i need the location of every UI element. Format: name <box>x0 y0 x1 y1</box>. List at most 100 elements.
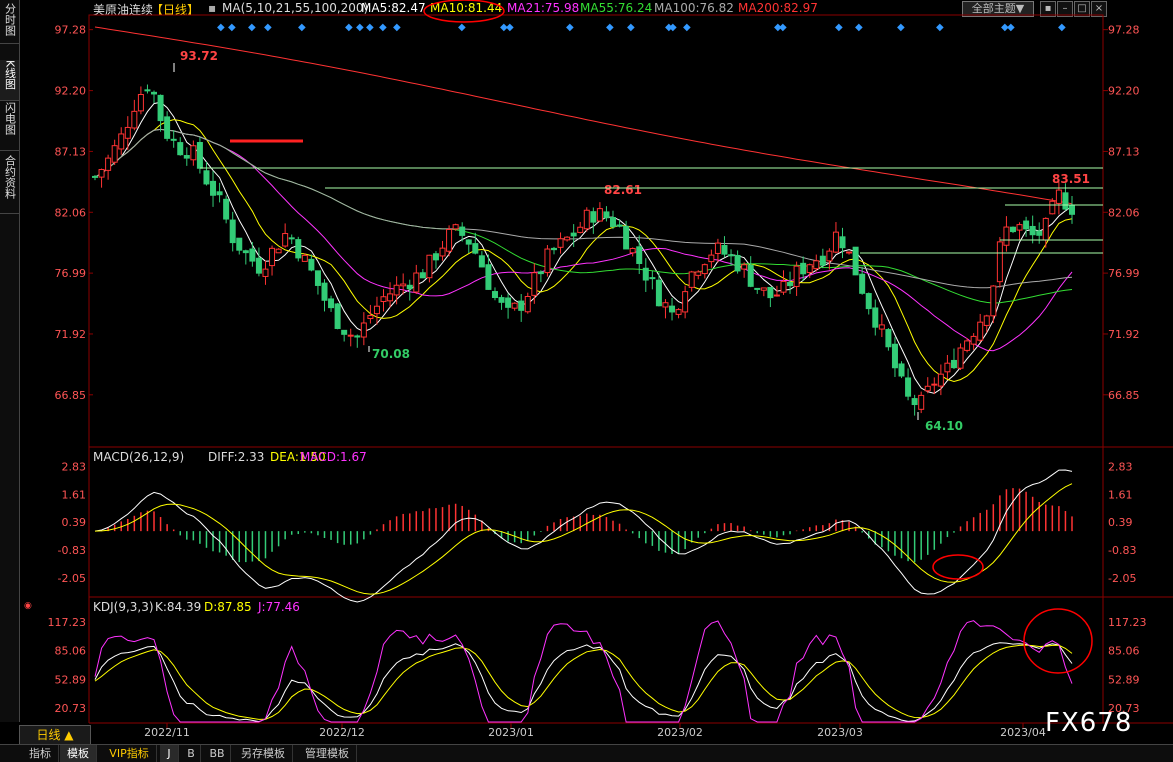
event-dot: ◆ <box>217 22 225 33</box>
candle-body <box>636 246 643 265</box>
tab-bb[interactable]: BB <box>204 745 231 762</box>
candle-body <box>347 334 354 337</box>
event-dot: ◆ <box>356 22 364 33</box>
candle-body <box>229 219 236 244</box>
tab-j[interactable]: J <box>160 745 179 762</box>
macd-macd: MACD:1.67 <box>300 450 367 464</box>
candle-body <box>387 293 394 302</box>
candle-body <box>767 286 774 299</box>
candle-body <box>491 291 498 299</box>
event-dot: ◆ <box>264 22 272 33</box>
candle-body <box>111 145 118 163</box>
candle-body <box>301 254 308 262</box>
candle-body <box>118 133 125 150</box>
candle-body <box>92 175 98 178</box>
candle-body <box>649 277 656 280</box>
candle-body <box>931 383 938 386</box>
candle-body <box>105 157 112 171</box>
event-dot: ◆ <box>855 22 863 33</box>
candle-body <box>177 142 184 156</box>
candle-body <box>970 335 977 345</box>
event-dot: ◆ <box>779 22 787 33</box>
candle-body <box>977 321 984 341</box>
candle-body <box>190 145 197 161</box>
kdj-settings-icon[interactable]: ◉ <box>24 601 32 611</box>
candle-body <box>1042 217 1049 241</box>
event-dot: ◆ <box>345 22 353 33</box>
candle-body <box>236 237 243 251</box>
kdj-label-left: 52.89 <box>55 673 87 686</box>
candle-body <box>426 254 433 279</box>
candle-body <box>964 340 971 351</box>
candle-body <box>413 272 420 293</box>
candle-body <box>223 198 230 220</box>
tab-indicators[interactable]: 指标 <box>22 745 59 762</box>
candle-body <box>373 305 380 315</box>
candle-body <box>996 241 1003 283</box>
candle-body <box>583 209 590 230</box>
candle-body <box>846 251 853 254</box>
event-dot: ◆ <box>379 22 387 33</box>
candle-body <box>1016 224 1023 231</box>
candle-body <box>859 273 866 294</box>
candle-body <box>275 248 282 254</box>
highlight-ellipse-ma10 <box>423 0 505 23</box>
candle-body <box>360 322 367 338</box>
candle-body <box>400 283 407 287</box>
candle-body <box>505 297 512 308</box>
ma200-line <box>94 26 1073 205</box>
candle-body <box>262 268 269 277</box>
event-dot: ◆ <box>458 22 466 33</box>
candle-body <box>314 270 321 286</box>
candle-body <box>328 298 335 309</box>
price-annotation: 83.51 <box>1052 172 1090 186</box>
candle-body <box>131 110 138 129</box>
candle-body <box>439 247 446 257</box>
event-dot: ◆ <box>1058 22 1066 33</box>
candle-body <box>773 294 780 297</box>
candle-body <box>183 155 190 159</box>
tab-template[interactable]: 模板 <box>60 745 97 762</box>
candle-body <box>341 329 348 335</box>
candle-body <box>550 247 557 251</box>
candle-body <box>741 264 748 270</box>
candle-body <box>878 324 885 330</box>
price-label-right: 97.28 <box>1108 24 1140 37</box>
tab-b[interactable]: B <box>182 745 201 762</box>
candle-body <box>1062 192 1069 210</box>
candle-body <box>872 307 879 328</box>
candle-body <box>210 180 217 196</box>
candle-body <box>531 272 538 296</box>
candle-body <box>918 394 925 410</box>
date-axis: 2022/11 2022/12 2023/01 2023/02 2023/03 2023/… <box>144 723 1046 739</box>
kdj-j: J:77.46 <box>258 600 300 614</box>
macd-title: MACD(26,12,9) <box>93 450 185 464</box>
price-annotation: 82.61 <box>604 183 642 197</box>
kline-chart[interactable]: 97.28 92.20 87.13 82.06 76.99 71.92 66.85 97.2… <box>0 0 1173 761</box>
candle-body <box>950 359 957 369</box>
tab-save-template[interactable]: 另存模板 <box>234 745 293 762</box>
candle-body <box>544 248 551 274</box>
candle-body <box>321 282 328 301</box>
kdj-lines <box>94 620 1073 723</box>
candle-body <box>459 226 466 236</box>
candle-body <box>295 239 302 259</box>
tab-vip-indicators[interactable]: VIP指标 <box>102 745 157 762</box>
candle-body <box>800 262 807 275</box>
candle-body <box>813 260 820 270</box>
price-annotation: 70.08 <box>372 347 410 361</box>
macd-label-left: 2.83 <box>62 461 87 474</box>
price-label-left: 71.92 <box>55 328 87 341</box>
candle-body <box>596 208 603 222</box>
candle-body <box>465 239 472 245</box>
candle-body <box>164 116 171 139</box>
tab-manage-templates[interactable]: 管理模板 <box>298 745 357 762</box>
event-markers: ◆ ◆ ◆ ◆ ◆ ◆ ◆ ◆ ◆ ◆ ◆ ◆◆ ◆ ◆ ◆ ◆◆ ◆ ◆◆ ◆ ◆ ◆ ◆ ◆◆ ◆ <box>217 22 1066 33</box>
candle-body <box>629 247 636 254</box>
candle-body <box>255 257 262 274</box>
period-selector[interactable]: 日线 ▲ <box>19 725 91 745</box>
macd-diff: DIFF:2.33 <box>208 450 265 464</box>
candle-body <box>557 238 564 248</box>
candle-body <box>1055 189 1062 204</box>
candle-body <box>610 217 617 228</box>
